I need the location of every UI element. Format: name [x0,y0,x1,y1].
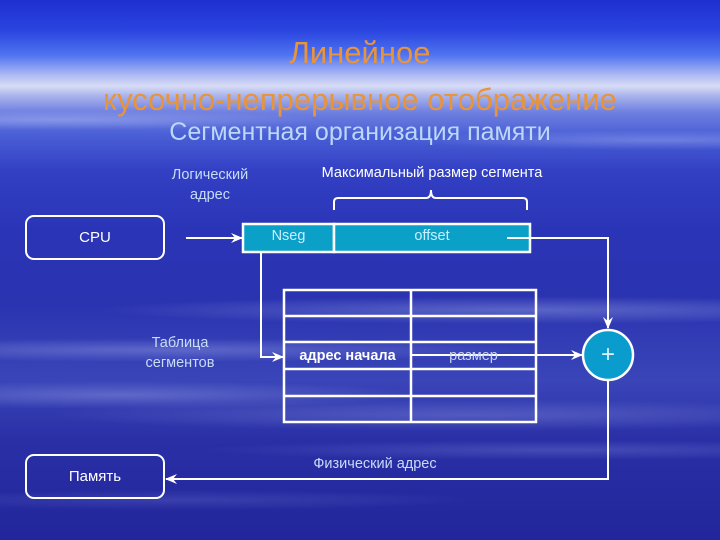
max-segment-size-label: Максимальный размер сегмента [321,165,543,181]
start-address-cell: адрес начала [299,348,396,364]
logical-address-label: Логический адрес [171,167,249,203]
cpu-label: CPU [79,229,111,246]
offset-label: offset [414,228,450,244]
cpu-box: CPU [25,215,165,260]
memory-label: Память [68,468,122,485]
max-segment-brace [333,189,528,210]
nseg-to-table-arrow [260,252,284,362]
plus-icon: + [600,341,615,368]
size-cell: размер [449,348,498,364]
memory-box: Память [25,454,165,499]
segment-table-label: Таблица сегментов [145,335,215,371]
nseg-label: Nseg [271,228,306,244]
physical-address-label: Физический адрес [313,456,437,472]
